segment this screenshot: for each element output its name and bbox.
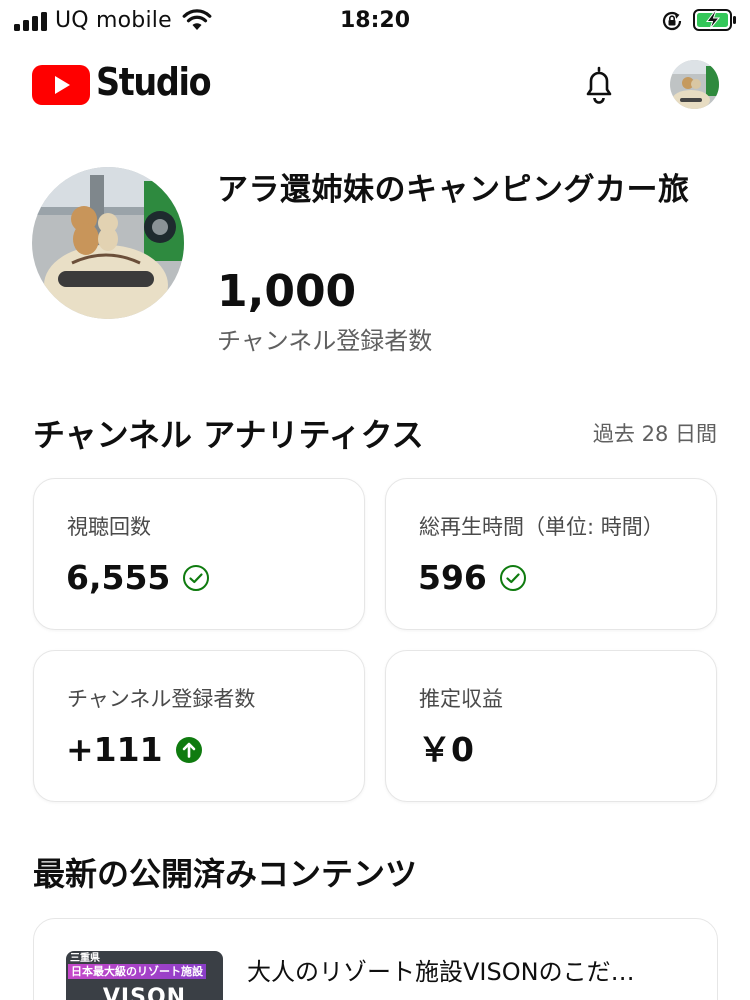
revenue-card[interactable]: 推定収益 ￥0 bbox=[385, 650, 717, 802]
thumbnail-banner: 日本最大級のリゾート施設 bbox=[68, 964, 206, 979]
subscriber-label: チャンネル登録者数 bbox=[217, 327, 433, 355]
subscribers-gained-value: +111 bbox=[66, 730, 163, 769]
check-circle-icon bbox=[182, 564, 210, 592]
rotation-lock-icon bbox=[660, 10, 684, 36]
studio-wordmark: Studio bbox=[96, 60, 212, 104]
video-thumbnail[interactable]: 三重県 日本最大級のリゾート施設 VISON bbox=[66, 951, 223, 1000]
thumbnail-word: VISON bbox=[102, 985, 187, 1000]
card-label: 総再生時間（単位: 時間） bbox=[419, 515, 664, 539]
analytics-section-title: チャンネル アナリティクス bbox=[33, 416, 424, 454]
check-circle-icon bbox=[499, 564, 527, 592]
channel-avatar[interactable] bbox=[32, 167, 184, 319]
app-header: Studio bbox=[0, 52, 750, 118]
watch-time-card[interactable]: 総再生時間（単位: 時間） 596 bbox=[385, 478, 717, 630]
clock: 18:20 bbox=[339, 8, 411, 33]
latest-content-title: 最新の公開済みコンテンツ bbox=[33, 855, 418, 893]
bell-icon[interactable] bbox=[580, 64, 618, 110]
video-title[interactable]: 大人のリゾート施設VISONのこだ… bbox=[247, 955, 687, 989]
card-label: 推定収益 bbox=[419, 687, 503, 711]
battery-charging-icon bbox=[693, 9, 737, 31]
analytics-period: 過去 28 日間 bbox=[592, 422, 717, 446]
arrow-up-circle-icon bbox=[175, 736, 203, 764]
status-bar: UQ mobile 18:20 bbox=[0, 0, 750, 44]
channel-name: アラ還姉妹のキャンピングカー旅 bbox=[217, 172, 690, 208]
views-card[interactable]: 視聴回数 6,555 bbox=[33, 478, 365, 630]
subscriber-count: 1,000 bbox=[217, 266, 357, 317]
latest-video-card[interactable]: 三重県 日本最大級のリゾート施設 VISON 大人のリゾート施設VISONのこだ… bbox=[33, 918, 718, 1000]
views-value: 6,555 bbox=[66, 558, 171, 597]
watch-time-value: 596 bbox=[418, 558, 487, 597]
account-avatar[interactable] bbox=[670, 60, 719, 109]
card-label: 視聴回数 bbox=[67, 515, 151, 539]
revenue-value: ￥0 bbox=[418, 730, 474, 769]
card-label: チャンネル登録者数 bbox=[67, 687, 256, 711]
subscribers-card[interactable]: チャンネル登録者数 +111 bbox=[33, 650, 365, 802]
youtube-logo-icon bbox=[32, 65, 90, 109]
